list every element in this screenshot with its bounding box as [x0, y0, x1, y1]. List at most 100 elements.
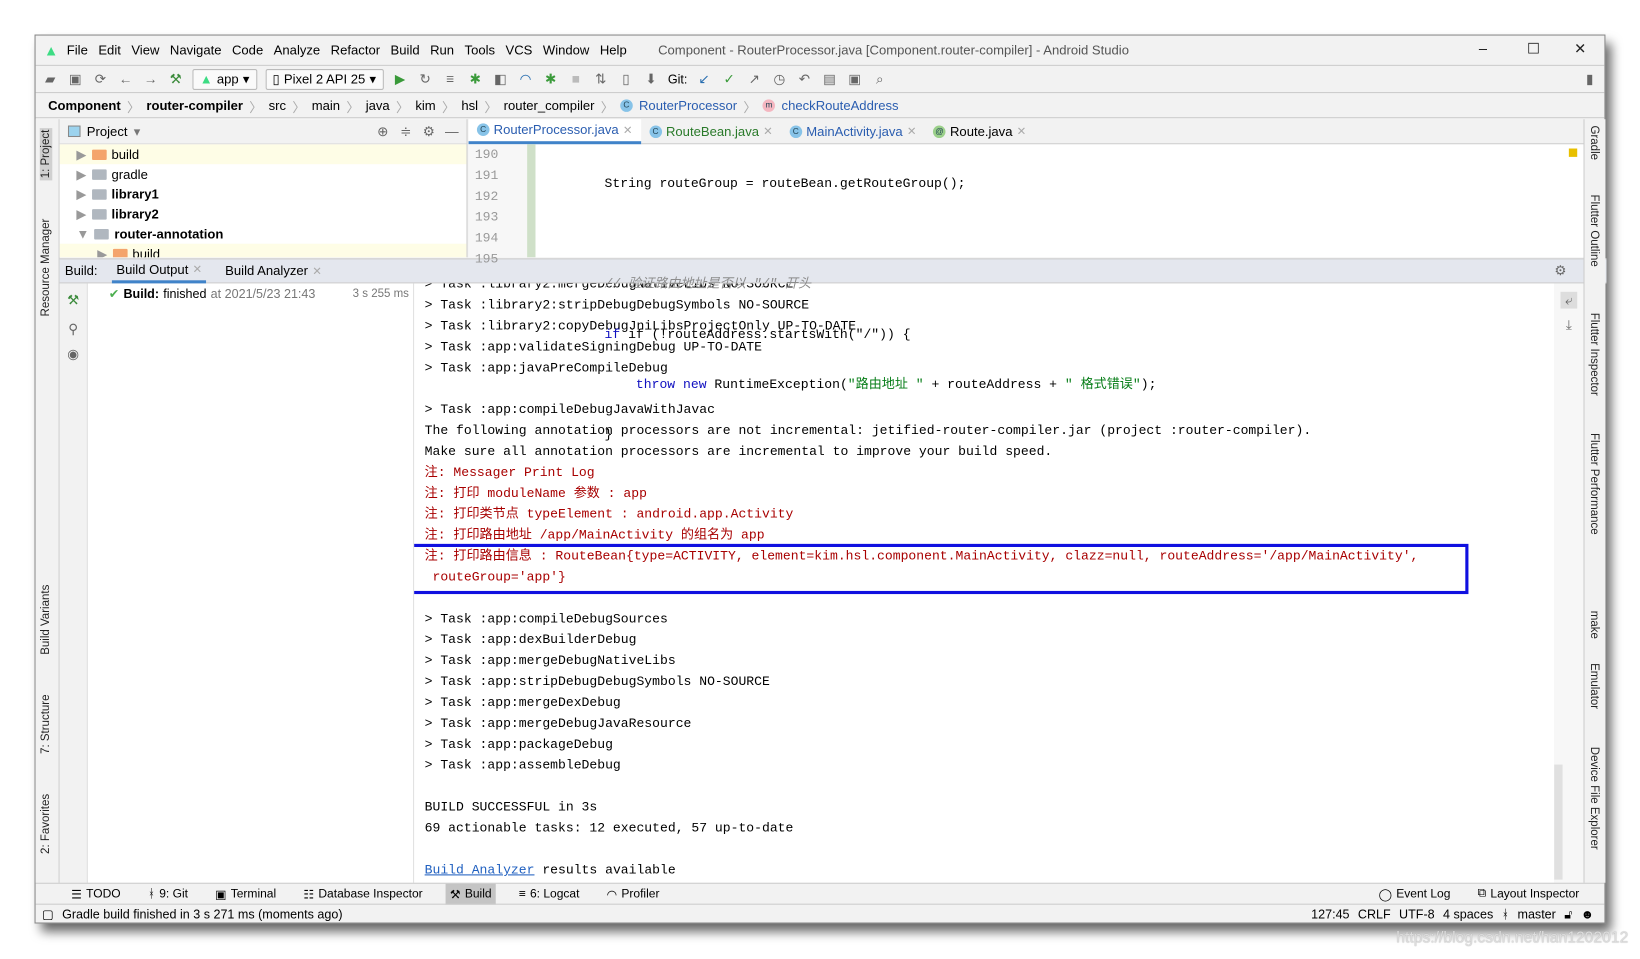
breadcrumb-item[interactable]: checkRouteAddress	[782, 98, 899, 113]
terminal-run-icon[interactable]: ▣	[846, 71, 863, 88]
menu-tools[interactable]: Tools	[465, 42, 496, 57]
breadcrumb-item[interactable]: Component	[48, 98, 121, 113]
breadcrumb-item[interactable]: router_compiler	[504, 98, 595, 113]
breadcrumb-item[interactable]: kim	[415, 98, 435, 113]
gear-icon[interactable]: ⚙	[1552, 263, 1569, 280]
status-icon[interactable]: ▢	[42, 907, 54, 922]
tool-resource-manager[interactable]: Resource Manager	[40, 219, 53, 317]
git-update-icon[interactable]: ↙	[696, 71, 713, 88]
pin-icon[interactable]: ⚲	[65, 321, 82, 338]
indent-setting[interactable]: 4 spaces	[1443, 907, 1493, 922]
menu-code[interactable]: Code	[232, 42, 263, 57]
expand-arrow-icon[interactable]: ▶	[97, 246, 107, 257]
hammer-icon[interactable]: ⚒	[65, 292, 82, 309]
breadcrumb-item[interactable]: router-compiler	[146, 98, 243, 113]
debug-icon[interactable]: ✱	[467, 71, 484, 88]
tool-terminal[interactable]: ▣ Terminal	[211, 883, 280, 904]
menu-analyze[interactable]: Analyze	[274, 42, 321, 57]
profile-icon[interactable]: ◠	[517, 71, 534, 88]
save-icon[interactable]: ▣	[67, 71, 84, 88]
close-button[interactable]: ✕	[1574, 40, 1586, 58]
tool-flutter-outline[interactable]: Flutter Outline	[1588, 195, 1601, 267]
menu-help[interactable]: Help	[600, 42, 627, 57]
tab-routebean-java[interactable]: C RouteBean.java ✕	[641, 119, 781, 144]
tab-build-analyzer[interactable]: Build Analyzer ✕	[221, 259, 326, 283]
tab-mainactivity-java[interactable]: C MainActivity.java ✕	[781, 119, 925, 144]
apply-changes-icon[interactable]: ↻	[417, 71, 434, 88]
menu-build[interactable]: Build	[391, 42, 420, 57]
expand-arrow-icon[interactable]: ▶	[76, 186, 86, 202]
menu-file[interactable]: File	[67, 42, 88, 57]
tree-item[interactable]: ▶ build	[59, 243, 467, 258]
sdk-manager-icon[interactable]: ⬇	[643, 71, 660, 88]
hammer-icon[interactable]: ⚒	[167, 71, 184, 88]
breadcrumb-item[interactable]: src	[269, 98, 286, 113]
history-icon[interactable]: ◷	[771, 71, 788, 88]
open-folder-icon[interactable]: ▰	[42, 71, 59, 88]
tool-device-file-explorer[interactable]: Device File Explorer	[1588, 747, 1601, 850]
lock-icon[interactable]: 🔓︎	[1564, 906, 1572, 922]
close-icon[interactable]: ✕	[907, 124, 917, 139]
gear-icon[interactable]: ⚙	[420, 123, 437, 140]
menu-view[interactable]: View	[131, 42, 159, 57]
device-select[interactable]: ▯ Pixel 2 API 25 ▾	[265, 68, 384, 90]
breadcrumb-item[interactable]: java	[366, 98, 390, 113]
eye-icon[interactable]: ◉	[65, 346, 82, 363]
scroll-to-end-icon[interactable]: ⤓	[1560, 317, 1577, 334]
user-avatar-icon[interactable]: ▮	[1581, 71, 1598, 88]
tool-event-log[interactable]: ◯ Event Log	[1374, 883, 1454, 904]
project-view-select[interactable]: Project	[87, 124, 128, 139]
close-icon[interactable]: ✕	[763, 124, 773, 139]
tree-item[interactable]: ▶ library2	[60, 204, 467, 224]
chevron-down-icon[interactable]: ▾	[134, 123, 141, 139]
tool-build-variants[interactable]: Build Variants	[40, 585, 53, 655]
menu-run[interactable]: Run	[430, 42, 454, 57]
code-editor[interactable]: 190 191 192 193 194 195 String routeGroup = r…	[468, 144, 1584, 442]
collapse-all-icon[interactable]: ≑	[397, 123, 414, 140]
git-commit-icon[interactable]: ✓	[721, 71, 738, 88]
tool--git[interactable]: ᚼ 9: Git	[144, 883, 193, 904]
attach-icon[interactable]: ◧	[492, 71, 509, 88]
tree-item[interactable]: ▶ gradle	[60, 164, 467, 184]
rollback-icon[interactable]: ↶	[796, 71, 813, 88]
tool-profiler[interactable]: ◠ Profiler	[602, 883, 663, 904]
tool-structure[interactable]: 7: Structure	[40, 694, 53, 753]
tree-item[interactable]: ▼ router-annotation	[60, 224, 467, 244]
tool-make[interactable]: make	[1588, 611, 1601, 639]
file-encoding[interactable]: UTF-8	[1399, 907, 1435, 922]
menu-vcs[interactable]: VCS	[506, 42, 533, 57]
search-icon[interactable]: ⌕	[871, 71, 888, 88]
sync-icon[interactable]: ⟳	[92, 71, 109, 88]
forward-icon[interactable]: →	[142, 71, 159, 87]
breadcrumb-item[interactable]: hsl	[461, 98, 478, 113]
close-icon[interactable]: ✕	[1017, 124, 1027, 139]
tool-project[interactable]: 1: Project	[39, 127, 53, 181]
menu-edit[interactable]: Edit	[98, 42, 121, 57]
close-icon[interactable]: ✕	[623, 123, 633, 137]
minimize-button[interactable]: –	[1479, 40, 1487, 57]
maximize-button[interactable]: ☐	[1527, 40, 1540, 58]
tool-emulator[interactable]: Emulator	[1588, 663, 1601, 709]
expand-arrow-icon[interactable]: ▶	[76, 146, 86, 162]
tree-item[interactable]: ▶ build	[59, 144, 467, 165]
tool--logcat[interactable]: ≡ 6: Logcat	[515, 883, 584, 904]
warning-marker[interactable]	[1568, 148, 1578, 157]
back-icon[interactable]: ←	[117, 71, 134, 87]
status-message[interactable]: Gradle build finished in 3 s 271 ms (mom…	[62, 907, 342, 922]
locate-icon[interactable]: ⊕	[374, 123, 391, 140]
expand-arrow-icon[interactable]: ▼	[76, 226, 89, 241]
run-icon[interactable]: ▶	[392, 71, 409, 88]
sync-gradle-icon[interactable]: ⇅	[593, 71, 610, 88]
stop-icon[interactable]: ■	[567, 71, 584, 87]
menu-navigate[interactable]: Navigate	[170, 42, 222, 57]
avd-manager-icon[interactable]: ▯	[618, 71, 635, 88]
build-analyzer-link[interactable]: Build Analyzer	[425, 863, 535, 878]
soft-wrap-icon[interactable]: ⤶	[1560, 291, 1578, 309]
breadcrumb-item[interactable]: main	[312, 98, 340, 113]
run-config-select[interactable]: ▲ app ▾	[192, 68, 257, 90]
attach-debugger-icon[interactable]: ✱	[542, 71, 559, 88]
tool-build[interactable]: ⚒ Build	[445, 883, 496, 905]
git-push-icon[interactable]: ↗	[746, 71, 763, 88]
line-separator[interactable]: CRLF	[1358, 907, 1391, 922]
tab-route-java[interactable]: @ Route.java ✕	[925, 119, 1035, 144]
